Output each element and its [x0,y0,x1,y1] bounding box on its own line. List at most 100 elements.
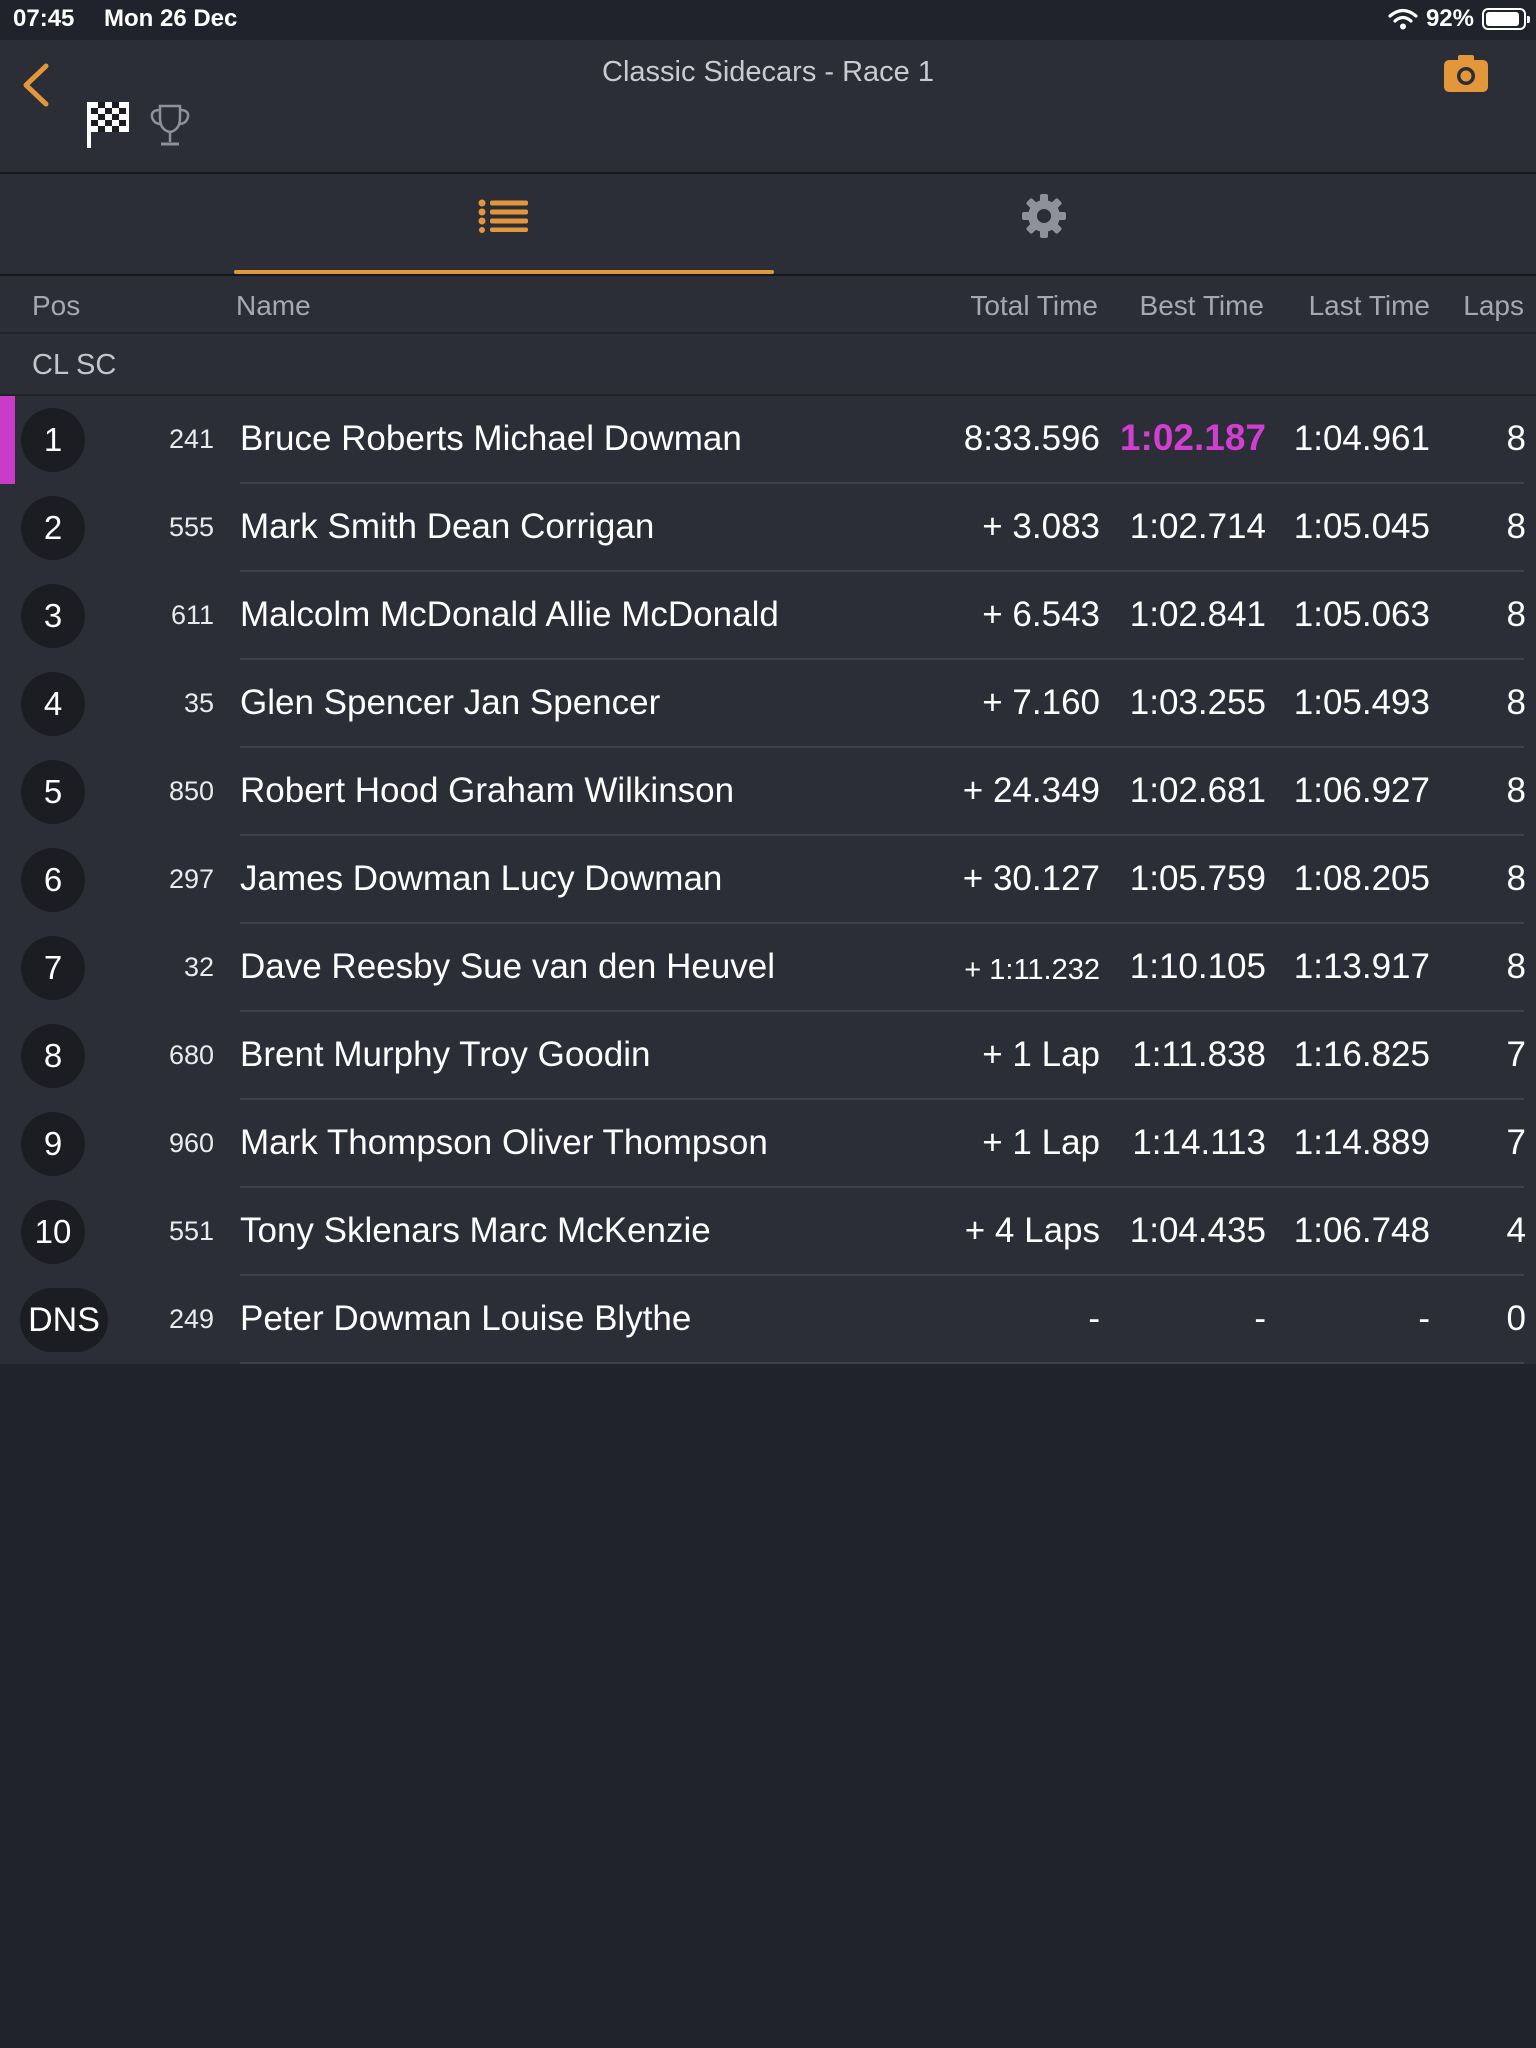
table-row[interactable]: 5 850 Robert Hood Graham Wilkinson + 24.… [0,748,1536,836]
leader-marker [0,396,15,484]
race-number: 611 [170,600,214,630]
status-bar: 07:45 Mon 26 Dec 92% [0,0,1536,40]
table-row[interactable]: 4 35 Glen Spencer Jan Spencer + 7.160 1:… [0,660,1536,748]
laps: 7 [1506,1123,1526,1162]
laps: 8 [1506,947,1526,986]
table-row[interactable]: 10 551 Tony Sklenars Marc McKenzie + 4 L… [0,1188,1536,1276]
status-time: 07:45 [13,5,75,32]
best-time: 1:02.841 [1129,595,1266,634]
last-time: 1:14.889 [1293,1123,1430,1162]
results-list: 1 241 Bruce Roberts Michael Dowman 8:33.… [0,396,1536,1364]
camera-icon[interactable] [1442,52,1490,94]
laps: 8 [1506,683,1526,722]
race-number: 850 [168,776,214,806]
trophy-icon[interactable] [148,102,192,150]
class-group-label: CL SC [32,349,117,381]
gear-icon [1022,194,1066,238]
last-time: 1:08.205 [1293,859,1430,898]
position-badge: 9 [21,1112,85,1176]
rider-names: Dave Reesby Sue van den Heuvel [240,947,776,986]
table-row[interactable]: 8 680 Brent Murphy Troy Goodin + 1 Lap 1… [0,1012,1536,1100]
best-time: 1:03.255 [1129,683,1266,722]
table-row[interactable]: DNS 249 Peter Dowman Louise Blythe - - -… [0,1276,1536,1364]
header-total-time[interactable]: Total Time [970,290,1098,322]
race-number: 249 [168,1304,214,1334]
position-badge: DNS [20,1288,108,1352]
total-time: + 4 Laps [964,1211,1100,1250]
total-time: 8:33.596 [963,419,1100,458]
laps: 8 [1506,419,1526,458]
laps: 8 [1506,595,1526,634]
header-best-time[interactable]: Best Time [1140,290,1264,322]
race-number: 960 [168,1128,214,1158]
status-right: 92% [1388,4,1530,34]
table-row[interactable]: 7 32 Dave Reesby Sue van den Heuvel + 1:… [0,924,1536,1012]
rider-names: Malcolm McDonald Allie McDonald [240,595,779,634]
position-badge: 2 [21,496,85,560]
tab-bar [0,174,1536,276]
best-time: 1:14.113 [1132,1123,1266,1162]
last-time: 1:04.961 [1293,419,1430,458]
header-name[interactable]: Name [236,290,311,322]
rider-names: Robert Hood Graham Wilkinson [240,771,735,810]
rider-names: Glen Spencer Jan Spencer [240,683,661,722]
tab-selected-underline [234,270,774,274]
position-badge: 3 [21,584,85,648]
table-row[interactable]: 9 960 Mark Thompson Oliver Thompson + 1 … [0,1100,1536,1188]
total-time: + 3.083 [982,507,1100,546]
race-number: 551 [168,1216,214,1246]
table-row[interactable]: 1 241 Bruce Roberts Michael Dowman 8:33.… [0,396,1536,484]
last-time: - [1418,1299,1430,1338]
total-time: + 6.543 [982,595,1100,634]
total-time: + 1 Lap [982,1035,1100,1074]
best-time: 1:05.759 [1129,859,1266,898]
table-row[interactable]: 3 611 Malcolm McDonald Allie McDonald + … [0,572,1536,660]
table-row[interactable]: 6 297 James Dowman Lucy Dowman + 30.127 … [0,836,1536,924]
position-badge: 1 [21,408,85,472]
position-badge: 6 [21,848,85,912]
best-time: 1:04.435 [1129,1211,1266,1250]
header-pos[interactable]: Pos [32,290,80,322]
page-title: Classic Sidecars - Race 1 [602,56,934,88]
table-header: Pos Name Total Time Best Time Last Time … [0,276,1536,334]
tab-results-list[interactable] [234,174,774,274]
position-badge: 7 [21,936,85,1000]
checkered-flag-icon[interactable] [87,100,131,150]
best-time: 1:10.105 [1129,947,1266,986]
rider-names: Brent Murphy Troy Goodin [240,1035,651,1074]
total-time: - [1088,1299,1100,1338]
header-laps[interactable]: Laps [1463,290,1524,322]
last-time: 1:16.825 [1293,1035,1430,1074]
race-number: 241 [168,424,214,454]
laps: 8 [1506,859,1526,898]
nav-bar: Classic Sidecars - Race 1 [0,40,1536,174]
rider-names: Mark Thompson Oliver Thompson [240,1123,768,1162]
position-badge: 5 [21,760,85,824]
battery-percent: 92% [1425,5,1474,32]
laps: 0 [1506,1299,1526,1338]
position-badge: 8 [21,1024,85,1088]
total-time: + 7.160 [982,683,1100,722]
table-row[interactable]: 2 555 Mark Smith Dean Corrigan + 3.083 1… [0,484,1536,572]
last-time: 1:05.045 [1293,507,1430,546]
best-time-fastest: 1:02.187 [1119,417,1266,458]
race-number: 297 [168,864,214,894]
header-last-time[interactable]: Last Time [1309,290,1430,322]
class-group-header: CL SC [0,334,1536,396]
list-icon [478,199,528,233]
last-time: 1:06.748 [1293,1211,1430,1250]
battery-icon [1482,8,1530,30]
race-number: 555 [168,512,214,542]
total-time: + 30.127 [962,859,1100,898]
battery-fill [1486,12,1519,26]
race-number: 32 [183,952,214,982]
best-time: - [1254,1299,1266,1338]
rider-names: Mark Smith Dean Corrigan [240,507,655,546]
laps: 7 [1506,1035,1526,1074]
rider-names: Tony Sklenars Marc McKenzie [240,1211,711,1250]
last-time: 1:05.063 [1293,595,1430,634]
status-date: Mon 26 Dec [104,5,238,32]
last-time: 1:06.927 [1293,771,1430,810]
tab-settings[interactable] [774,174,1314,274]
rider-names: Peter Dowman Louise Blythe [240,1299,692,1338]
